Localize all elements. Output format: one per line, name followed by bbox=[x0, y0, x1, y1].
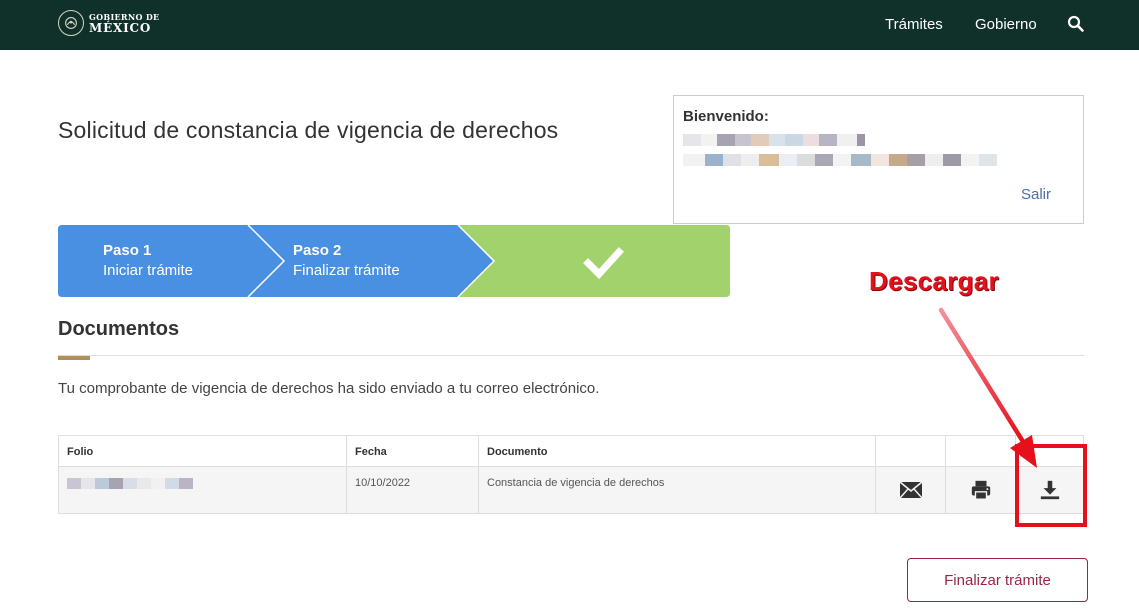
step-2-subtitle: Finalizar trámite bbox=[293, 262, 400, 279]
page-title: Solicitud de constancia de vigencia de d… bbox=[58, 117, 559, 143]
envelope-icon[interactable] bbox=[899, 480, 923, 500]
logo-line-2: MÉXICO bbox=[89, 20, 152, 35]
col-action-print bbox=[946, 436, 1016, 467]
search-icon[interactable] bbox=[1067, 15, 1085, 33]
nav-gobierno[interactable]: Gobierno bbox=[975, 16, 1037, 33]
step-2-title: Paso 2 bbox=[293, 242, 342, 259]
logout-link[interactable]: Salir bbox=[1021, 186, 1051, 203]
documents-table: Folio Fecha Documento 10/10/2022 Constan… bbox=[58, 435, 1084, 514]
section-divider bbox=[58, 355, 1084, 356]
annotation-label: Descargar bbox=[869, 266, 999, 296]
col-documento: Documento bbox=[479, 436, 876, 467]
redacted-name bbox=[683, 154, 997, 166]
cell-email bbox=[876, 467, 946, 513]
redacted-folio bbox=[67, 478, 346, 489]
logo-line-1: GOBIERNO DE bbox=[89, 11, 160, 22]
printer-icon[interactable] bbox=[969, 478, 993, 502]
nav-tramites[interactable]: Trámites bbox=[885, 16, 943, 33]
step-2: Paso 2 Finalizar trámite bbox=[293, 241, 400, 281]
gobierno-logo[interactable]: GOBIERNO DE MÉXICO bbox=[58, 10, 159, 36]
section-title: Documentos bbox=[58, 318, 180, 340]
finish-button[interactable]: Finalizar trámite bbox=[907, 558, 1088, 602]
col-action-download bbox=[1016, 436, 1083, 467]
welcome-label: Bienvenido: bbox=[683, 108, 769, 125]
cell-download bbox=[1016, 467, 1083, 513]
welcome-box: Bienvenido: Salir bbox=[673, 95, 1084, 224]
section-accent bbox=[58, 356, 90, 360]
cell-fecha: 10/10/2022 bbox=[347, 467, 479, 513]
step-1-subtitle: Iniciar trámite bbox=[103, 262, 194, 279]
section-description: Tu comprobante de vigencia de derechos h… bbox=[58, 380, 600, 397]
col-fecha: Fecha bbox=[347, 436, 479, 467]
table-header-row: Folio Fecha Documento bbox=[59, 436, 1083, 467]
step-3-shape bbox=[458, 225, 730, 297]
redacted-curp bbox=[683, 134, 865, 146]
table-row: 10/10/2022 Constancia de vigencia de der… bbox=[59, 467, 1083, 513]
download-icon[interactable] bbox=[1038, 478, 1062, 502]
cell-folio bbox=[59, 467, 347, 513]
col-folio: Folio bbox=[59, 436, 347, 467]
coat-of-arms-icon bbox=[58, 10, 84, 36]
annotation-arrow bbox=[938, 307, 1025, 443]
cell-documento: Constancia de vigencia de derechos bbox=[479, 467, 876, 513]
progress-stepper: Paso 1 Iniciar trámite Paso 2 Finalizar … bbox=[58, 225, 730, 297]
top-navbar: GOBIERNO DE MÉXICO Trámites Gobierno bbox=[0, 0, 1139, 50]
col-action-email bbox=[876, 436, 946, 467]
step-1: Paso 1 Iniciar trámite bbox=[103, 241, 193, 281]
step-1-title: Paso 1 bbox=[103, 242, 152, 259]
annotation-overlay bbox=[938, 307, 1087, 527]
cell-print bbox=[946, 467, 1016, 513]
